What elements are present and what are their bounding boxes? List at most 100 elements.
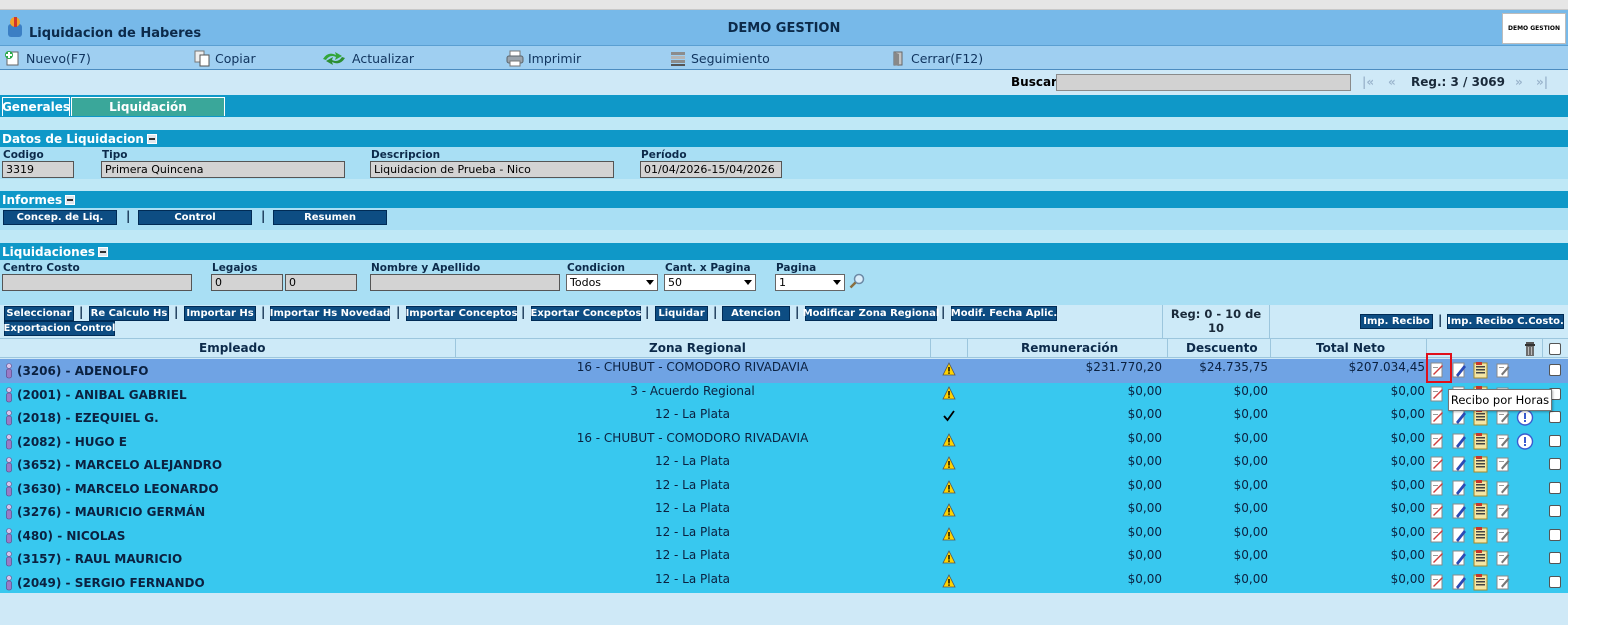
actualizar-button[interactable]: Actualizar — [320, 49, 414, 67]
next-record-button[interactable]: » — [1515, 75, 1523, 89]
employee-cell[interactable]: (2018) - EZEQUIEL G. — [4, 410, 159, 426]
col-zona[interactable]: Zona Regional — [649, 341, 746, 355]
table-row[interactable]: (3652) - MARCELO ALEJANDRO 12 - La Plata $… — [0, 453, 1568, 477]
recibo-horas-icon[interactable] — [1428, 409, 1446, 426]
document-list-icon[interactable] — [1472, 456, 1490, 473]
first-record-button[interactable]: |« — [1362, 75, 1374, 89]
document-list-icon[interactable] — [1472, 362, 1490, 379]
cerrar-button[interactable]: Cerrar(F12) — [889, 49, 983, 67]
table-row[interactable]: (3157) - RAUL MAURICIO 12 - La Plata $0,00… — [0, 547, 1568, 571]
exportar-conceptos-button[interactable]: Exportar Conceptos — [531, 306, 642, 321]
col-empleado[interactable]: Empleado — [199, 341, 265, 355]
codigo-field[interactable]: 3319 — [2, 161, 74, 178]
select-all-checkbox[interactable] — [1549, 343, 1561, 355]
employee-cell[interactable]: (3630) - MARCELO LEONARDO — [4, 480, 219, 497]
recalculo-button[interactable]: Re Calculo Hs — [89, 306, 169, 321]
condicion-select[interactable]: Todos — [566, 274, 658, 291]
employee-cell[interactable]: (480) - NICOLAS — [4, 527, 125, 544]
recibo-horas-icon[interactable] — [1428, 386, 1446, 403]
recibo-horas-icon[interactable] — [1428, 433, 1446, 450]
document-list-icon[interactable] — [1472, 503, 1490, 520]
document-list-icon[interactable] — [1472, 432, 1490, 450]
row-checkbox[interactable] — [1549, 552, 1561, 564]
control-button[interactable]: Control — [138, 210, 252, 225]
imp-recibo-ccosto-button[interactable]: Imp. Recibo C.Costo. — [1447, 314, 1564, 329]
document-list-icon[interactable] — [1472, 409, 1490, 426]
table-row[interactable]: (2018) - EZEQUIEL G. 12 - La Plata $0,00 $0… — [0, 406, 1568, 430]
row-checkbox[interactable] — [1549, 411, 1561, 423]
document-list-icon[interactable] — [1472, 573, 1490, 591]
recibo-horas-icon[interactable] — [1428, 550, 1446, 567]
recibo-icon[interactable] — [1450, 550, 1468, 567]
recibo-icon[interactable] — [1450, 503, 1468, 520]
modif-fecha-button[interactable]: Modif. Fecha Aplic. — [951, 306, 1057, 321]
nombre-field[interactable] — [370, 274, 560, 291]
table-row[interactable]: (480) - NICOLAS 12 - La Plata $0,00 $0,00 $0… — [0, 523, 1568, 547]
tab-liquidacion[interactable]: Liquidación — [71, 97, 225, 116]
trash-icon[interactable] — [1522, 341, 1538, 357]
importar-novedad-button[interactable]: Importar Hs Novedad — [270, 306, 390, 321]
seguimiento-button[interactable]: Seguimiento — [669, 49, 770, 67]
collapse-icon[interactable] — [146, 133, 157, 144]
edit-document-icon[interactable] — [1494, 574, 1512, 591]
nuevo-button[interactable]: Nuevo(F7) — [4, 49, 91, 67]
prev-record-button[interactable]: « — [1388, 75, 1396, 89]
table-row[interactable]: (3276) - MAURICIO GERMÁN 12 - La Plata $0,… — [0, 500, 1568, 524]
legajo-hasta-field[interactable]: 0 — [285, 274, 357, 291]
concep-liq-button[interactable]: Concep. de Liq. — [3, 210, 117, 225]
recibo-icon[interactable] — [1450, 527, 1468, 544]
importar-hs-button[interactable]: Importar Hs — [184, 306, 256, 321]
recibo-icon[interactable] — [1450, 362, 1468, 379]
resumen-button[interactable]: Resumen — [273, 210, 387, 225]
table-row[interactable]: (3630) - MARCELO LEONARDO 12 - La Plata $0… — [0, 476, 1568, 500]
table-row[interactable]: (2082) - HUGO E 16 - CHUBUT - COMODORO RI… — [0, 429, 1568, 453]
table-row[interactable]: (3206) - ADENOLFO 16 - CHUBUT - COMODORO … — [0, 359, 1568, 383]
recibo-horas-icon[interactable] — [1428, 574, 1446, 591]
employee-cell[interactable]: (3157) - RAUL MAURICIO — [4, 551, 182, 567]
alert-icon[interactable] — [1516, 432, 1534, 450]
row-checkbox[interactable] — [1549, 505, 1561, 517]
copiar-button[interactable]: Copiar — [193, 49, 256, 67]
imp-recibo-button[interactable]: Imp. Recibo — [1360, 314, 1433, 329]
importar-conceptos-button[interactable]: Importar Conceptos — [406, 306, 517, 321]
modificar-zona-button[interactable]: Modificar Zona Regional — [803, 306, 939, 321]
recibo-horas-icon[interactable] — [1428, 527, 1446, 544]
pagina-select[interactable]: 1 — [775, 274, 845, 291]
edit-document-icon[interactable] — [1494, 362, 1512, 379]
employee-cell[interactable]: (2049) - SERGIO FERNANDO — [4, 574, 205, 591]
edit-document-icon[interactable] — [1494, 503, 1512, 520]
collapse-icon[interactable] — [98, 246, 108, 257]
employee-cell[interactable]: (3276) - MAURICIO GERMÁN — [4, 504, 205, 520]
cant-select[interactable]: 50 — [664, 274, 756, 291]
centro-costo-field[interactable] — [2, 274, 192, 291]
employee-cell[interactable]: (2001) - ANIBAL GABRIEL — [4, 386, 187, 403]
employee-cell[interactable]: (3652) - MARCELO ALEJANDRO — [4, 457, 222, 473]
row-checkbox[interactable] — [1549, 458, 1561, 470]
legajo-desde-field[interactable]: 0 — [211, 274, 283, 291]
descripcion-field[interactable]: Liquidacion de Prueba - Nico — [370, 161, 614, 178]
recibo-horas-icon[interactable] — [1428, 480, 1446, 497]
collapse-icon[interactable] — [65, 194, 76, 205]
seleccionar-button[interactable]: Seleccionar — [4, 306, 74, 321]
document-list-icon[interactable] — [1472, 479, 1490, 497]
recibo-icon[interactable] — [1450, 574, 1468, 591]
table-row[interactable]: (2049) - SERGIO FERNANDO 12 - La Plata $0,… — [0, 570, 1568, 594]
recibo-icon[interactable] — [1450, 433, 1468, 450]
tipo-field[interactable]: Primera Quincena — [101, 161, 345, 178]
search-input[interactable] — [1056, 74, 1351, 91]
search-icon[interactable] — [849, 273, 865, 289]
employee-cell[interactable]: (3206) - ADENOLFO — [4, 363, 148, 379]
alert-icon[interactable] — [1516, 409, 1534, 426]
col-remuneracion[interactable]: Remuneración — [1021, 341, 1118, 355]
recibo-icon[interactable] — [1450, 480, 1468, 497]
liquidar-button[interactable]: Liquidar — [655, 306, 708, 321]
edit-document-icon[interactable] — [1494, 456, 1512, 473]
col-descuento[interactable]: Descuento — [1186, 341, 1258, 355]
periodo-field[interactable]: 01/04/2026-15/04/2026 — [640, 161, 782, 178]
edit-document-icon[interactable] — [1494, 550, 1512, 567]
recibo-horas-icon[interactable] — [1428, 503, 1446, 520]
last-record-button[interactable]: »| — [1536, 75, 1548, 89]
recibo-icon[interactable] — [1450, 409, 1468, 426]
row-checkbox[interactable] — [1549, 364, 1561, 376]
row-checkbox[interactable] — [1549, 481, 1561, 494]
